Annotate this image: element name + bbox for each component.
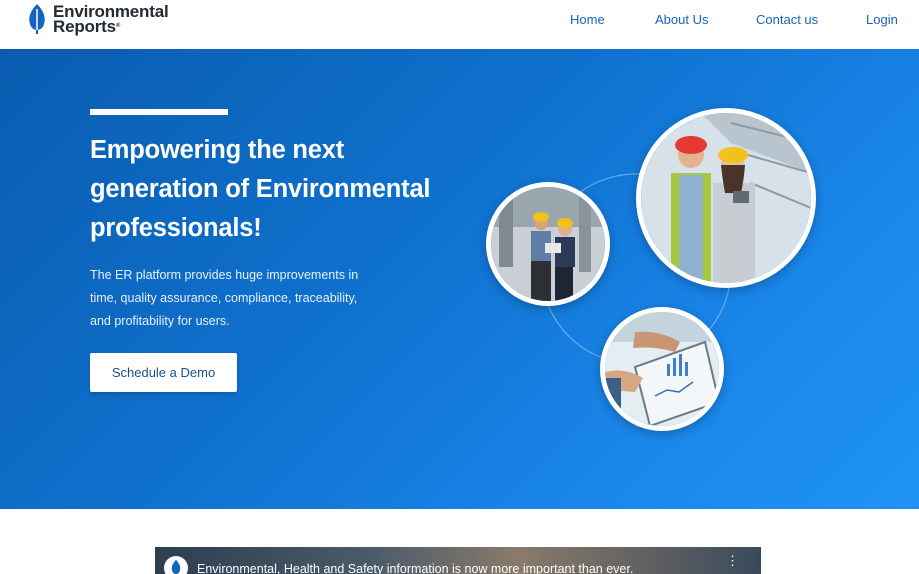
registered-mark: ® [115, 23, 121, 29]
leaf-logo-icon [29, 4, 45, 34]
nav-contact-us[interactable]: Contact us [756, 12, 818, 27]
leaf-avatar-icon [171, 559, 181, 574]
video-title[interactable]: Environmental, Health and Safety informa… [197, 562, 633, 574]
engineers-hardhats-photo [636, 108, 816, 288]
video-menu-icon[interactable]: ⋮ [726, 554, 739, 567]
tablet-charts-photo [600, 307, 724, 431]
hero-section: Empowering the next generation of Enviro… [0, 49, 919, 509]
hero-description: The ER platform provides huge improvemen… [90, 268, 359, 328]
nav-login[interactable]: Login [866, 12, 898, 27]
logo-text-line2: Reports® [53, 17, 121, 36]
nav-about-us[interactable]: About Us [655, 12, 708, 27]
video-embed[interactable]: Environmental, Health and Safety informa… [155, 547, 761, 574]
hero-title: Empowering the next generation of Enviro… [90, 136, 431, 242]
nav-home[interactable]: Home [570, 12, 605, 27]
channel-avatar[interactable] [164, 556, 188, 574]
workers-inspecting-photo [486, 182, 610, 306]
site-header: Environmental Reports® Home About Us Con… [0, 0, 919, 49]
hero-accent-rule [90, 109, 228, 115]
schedule-demo-button[interactable]: Schedule a Demo [90, 353, 237, 392]
logo[interactable]: Environmental Reports® [26, 3, 169, 36]
